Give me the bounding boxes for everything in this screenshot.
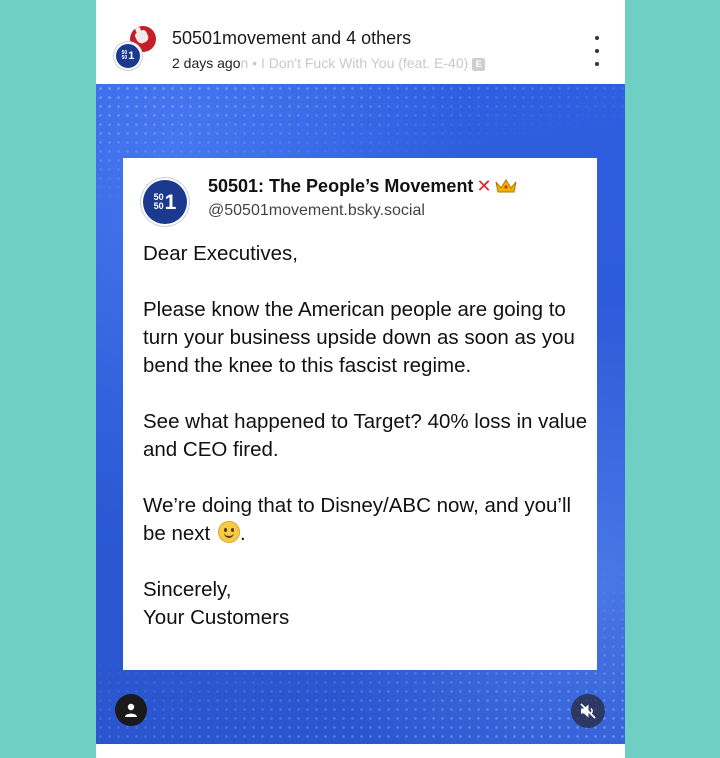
card-handle: @50501movement.bsky.social <box>208 202 425 219</box>
embedded-post-card: 50 50 1 50501: The People’s Movement ✕ @50… <box>123 158 597 670</box>
slightly-smiling-face-icon <box>217 521 240 543</box>
card-body: Dear Executives, Please know the America… <box>143 240 588 632</box>
bottom-strip <box>96 744 625 758</box>
paragraph-warning: Please know the American people are goin… <box>143 298 575 377</box>
audio-track-link[interactable]: n • I Don't Fuck With You (feat. E-40) <box>241 55 469 71</box>
x-mark-icon: ✕ <box>476 176 492 196</box>
and-text: and <box>306 28 347 48</box>
50501-logo: 50 50 1 <box>153 190 177 214</box>
raised-fist-icon <box>134 29 150 45</box>
display-name-text: 50501: The People’s Movement <box>208 176 474 196</box>
paragraph-signoff: Sincerely, Your Customers <box>143 576 588 632</box>
crown-icon <box>495 178 517 199</box>
volume-muted-icon <box>580 703 596 719</box>
post-meta: 2 days agon • I Don't Fuck With You (fea… <box>172 55 486 71</box>
50501-logo: 50 50 1 <box>121 49 135 62</box>
paragraph-disney: We’re doing that to Disney/ABC now, and … <box>143 494 572 545</box>
more-vertical-icon <box>595 36 599 40</box>
account-name-link[interactable]: 50501movement <box>172 28 306 48</box>
person-icon <box>125 703 137 717</box>
signoff-line-1: Sincerely, <box>143 578 232 601</box>
paragraph-target: See what happened to Target? 40% loss in… <box>143 410 588 461</box>
app-column: 50 50 1 50501movement and 4 others 2 days… <box>96 0 625 758</box>
mute-toggle-button[interactable] <box>571 694 605 728</box>
others-link[interactable]: 4 others <box>346 28 411 48</box>
post-timestamp: 2 days ago <box>172 55 241 71</box>
tagged-people-button[interactable] <box>115 694 147 726</box>
explicit-badge: E <box>472 58 486 71</box>
collab-avatars[interactable]: 50 50 1 <box>110 22 160 72</box>
50501-avatar: 50 50 1 <box>114 42 142 70</box>
post-media[interactable]: 50 50 1 50501: The People’s Movement ✕ @50… <box>96 84 625 744</box>
card-avatar: 50 50 1 <box>143 180 187 224</box>
paragraph-greeting: Dear Executives, <box>143 242 298 265</box>
card-display-name: 50501: The People’s Movement ✕ <box>208 176 517 199</box>
more-options-button[interactable] <box>586 36 608 66</box>
signoff-line-2: Your Customers <box>143 606 290 629</box>
post-authors[interactable]: 50501movement and 4 others <box>172 28 411 49</box>
post-header: 50 50 1 50501movement and 4 others 2 days… <box>96 0 625 84</box>
